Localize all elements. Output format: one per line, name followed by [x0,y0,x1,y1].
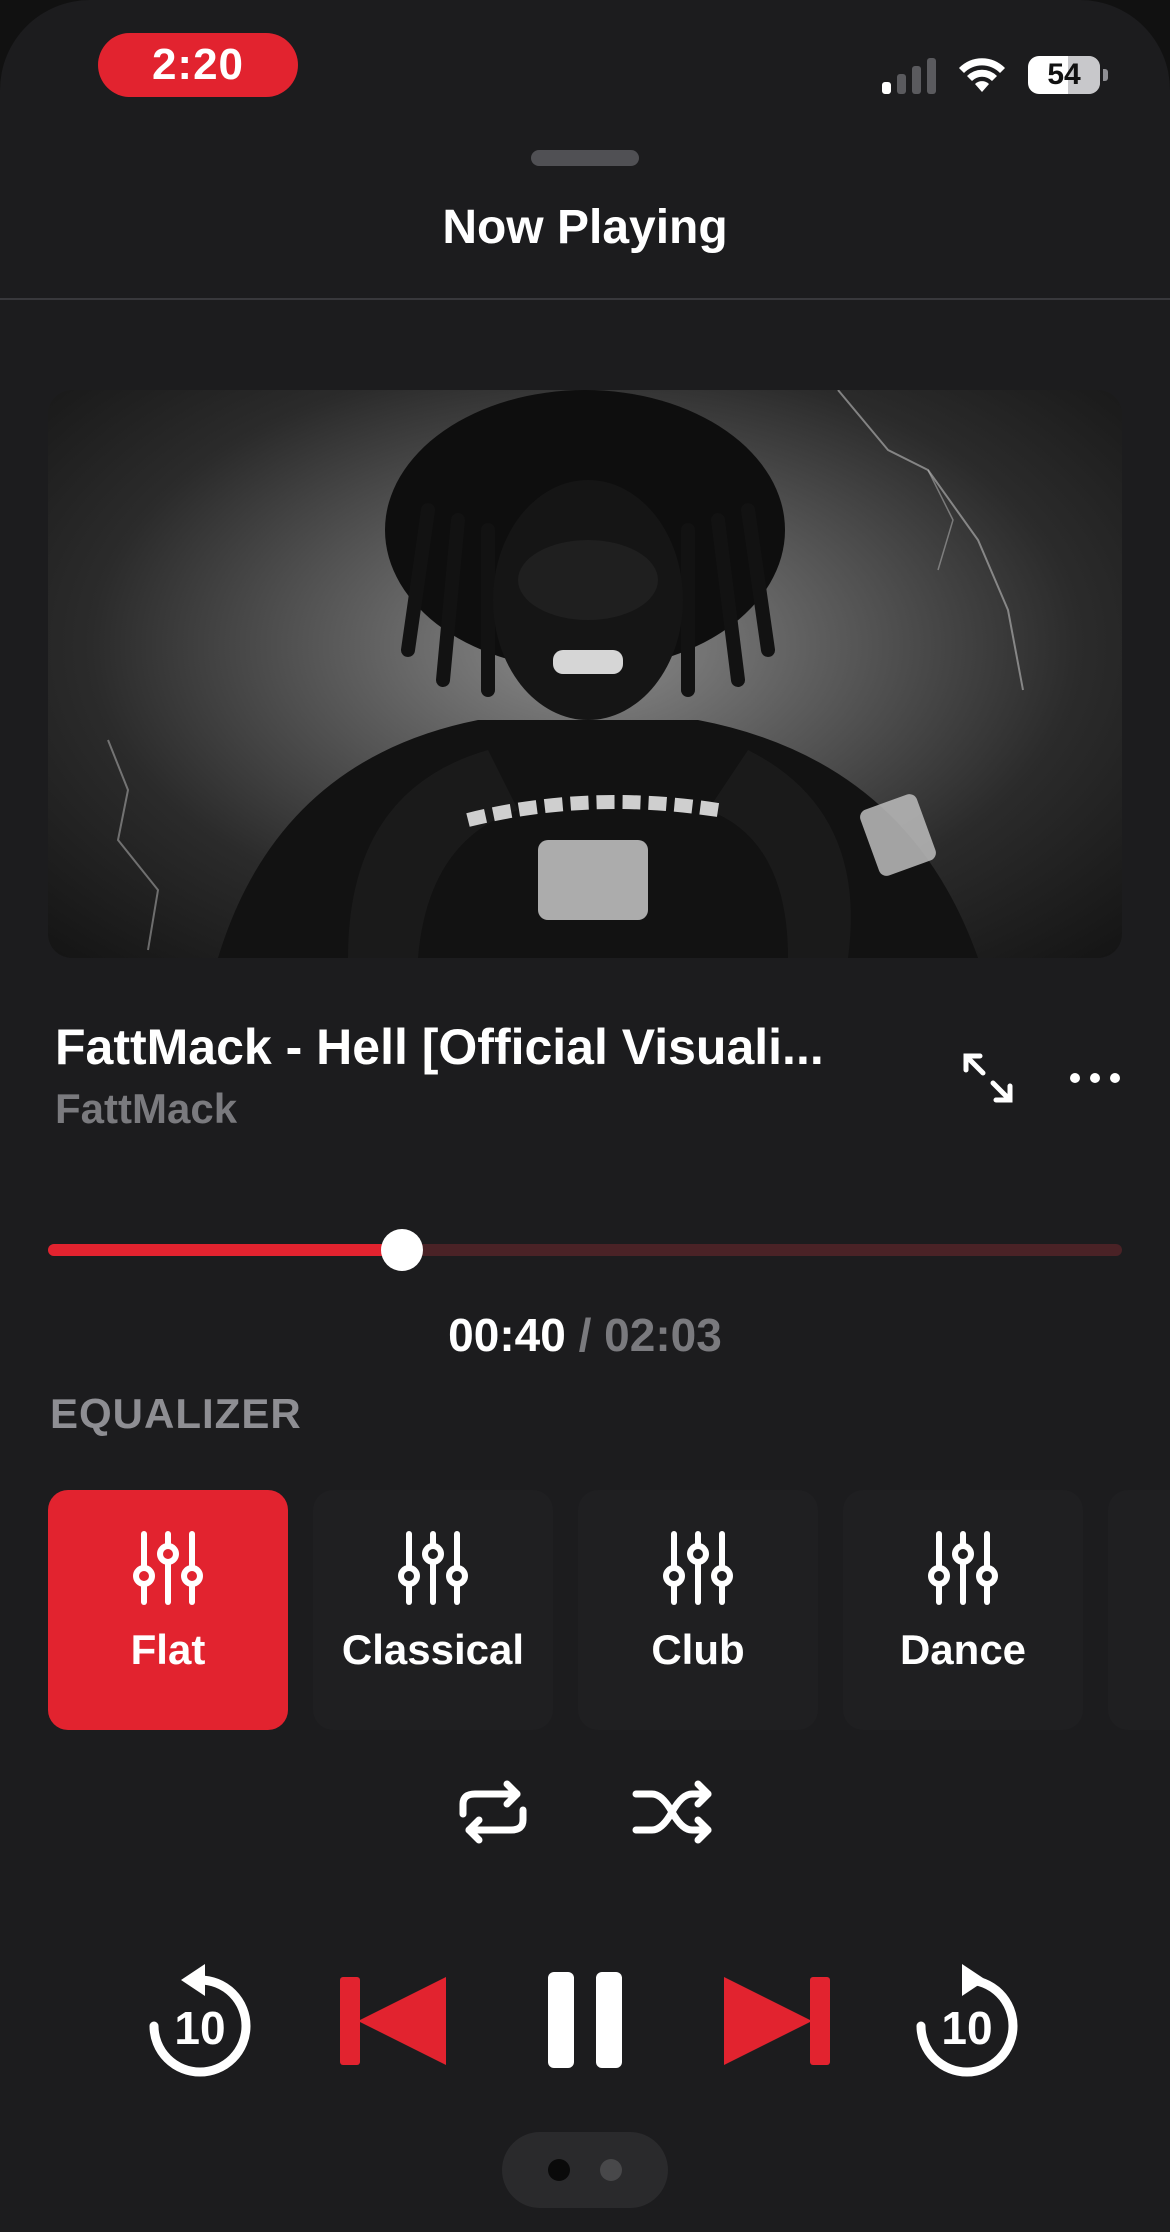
rewind-seconds-label: 10 [174,2002,225,2054]
status-time-label: 2:20 [151,40,245,89]
sheet-grabber-handle[interactable] [531,150,639,166]
album-artwork[interactable] [48,390,1122,958]
forward-10-button[interactable]: 10 [912,1960,1022,2082]
rewind-10-icon: 10 [149,1964,251,2077]
time-separator: / [565,1309,605,1361]
forward-seconds-label: 10 [941,2002,992,2054]
page-dot[interactable] [548,2159,570,2181]
equalizer-preset-dance[interactable]: Dance [843,1490,1083,1730]
forward-10-icon: 10 [916,1964,1018,2077]
equalizer-sliders-icon [398,1531,468,1605]
equalizer-preset-fu[interactable]: Fu [1108,1490,1170,1730]
equalizer-preset-label: Classical [341,1626,525,1673]
status-icons: 54 [882,50,1108,100]
now-playing-sheet: 2:20 54 Now Playing FattMack - Hell [Off… [0,0,1170,2232]
equalizer-preset-label: Flat [130,1626,206,1673]
equalizer-presets: Flat Classical Club Dance Fu [48,1490,1170,1730]
equalizer-section-label: EQUALIZER [50,1390,302,1437]
equalizer-preset-club[interactable]: Club [578,1490,818,1730]
equalizer-preset-label: Club [651,1626,745,1673]
elapsed-time: 00:40 [448,1309,566,1361]
equalizer-sliders-icon [663,1531,733,1605]
equalizer-preset-flat[interactable]: Flat [48,1490,288,1730]
equalizer-preset-classical[interactable]: Classical [313,1490,553,1730]
more-options-icon[interactable] [1065,1048,1125,1108]
wifi-icon [959,58,1005,92]
header-divider [0,298,1170,300]
page-indicator[interactable] [502,2132,668,2208]
equalizer-sliders-icon [133,1531,203,1605]
page-title: Now Playing [442,201,728,254]
repeat-icon[interactable] [453,1778,533,1846]
progress-fill [48,1244,403,1256]
equalizer-sliders-icon [928,1531,998,1605]
track-title: FattMack - Hell [Official Visuali... [55,1019,824,1075]
artwork-illustration [107,390,1024,958]
playback-time: 00:40 / 02:03 [0,1308,1170,1362]
rewind-10-button[interactable]: 10 [145,1960,255,2082]
playback-progress-bar[interactable] [48,1229,1122,1271]
status-time: 2:20 [98,33,298,97]
progress-scrubber-handle[interactable] [381,1229,424,1271]
battery-icon: 54 [1028,56,1108,94]
previous-track-icon[interactable] [340,1977,446,2065]
pause-icon[interactable] [548,1972,622,2068]
equalizer-preset-label: Dance [899,1626,1027,1673]
page-dot[interactable] [600,2159,622,2181]
cellular-signal-icon [882,56,936,94]
shuffle-icon[interactable] [632,1778,716,1846]
track-artist[interactable]: FattMack [55,1085,237,1133]
battery-percentage: 54 [1047,58,1081,91]
total-duration: 02:03 [604,1309,722,1361]
next-track-icon[interactable] [724,1977,830,2065]
expand-icon[interactable] [958,1048,1018,1108]
